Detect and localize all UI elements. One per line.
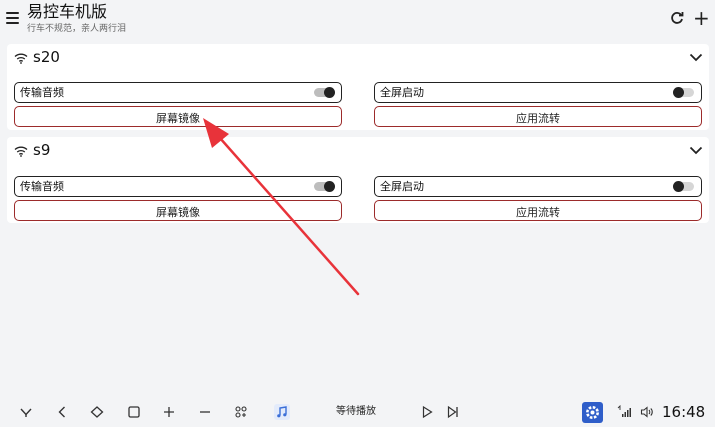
device-card-header[interactable]: s20 [7,44,709,72]
apps-grid-icon[interactable] [234,405,248,419]
system-dock: 等待播放 16:48 [0,398,715,427]
device-name: s9 [33,141,51,159]
wifi-icon [14,146,28,157]
media-status-text: 等待播放 [336,406,376,417]
app-stream-button[interactable]: 应用流转 [374,106,702,127]
music-note-icon[interactable] [274,404,290,420]
fullscreen-toggle-label: 全屏启动 [380,180,424,193]
skip-next-icon[interactable] [446,405,460,419]
device-card: s20 传输音频 全屏启动 屏幕镜像 应用流转 [7,44,709,130]
app-stream-button[interactable]: 应用流转 [374,200,702,221]
app-stream-label: 应用流转 [516,112,560,125]
app-stream-label: 应用流转 [516,206,560,219]
refresh-icon[interactable] [669,10,685,26]
screen-mirror-label: 屏幕镜像 [156,206,200,219]
fullscreen-toggle-row[interactable]: 全屏启动 [374,82,702,103]
fullscreen-toggle-switch[interactable] [673,181,694,192]
screen-mirror-button[interactable]: 屏幕镜像 [14,106,342,127]
menu-icon[interactable] [6,12,19,24]
fullscreen-toggle-switch[interactable] [673,87,694,98]
back-icon[interactable] [55,405,69,419]
play-icon[interactable] [420,405,434,419]
recent-apps-icon[interactable] [127,405,141,419]
home-icon[interactable] [90,405,104,419]
signal-icon [617,405,631,417]
gear-icon[interactable] [582,402,603,423]
speaker-icon[interactable] [640,405,654,419]
app-title: 易控车机版 [27,2,108,21]
device-name: s20 [33,48,60,66]
fullscreen-toggle-row[interactable]: 全屏启动 [374,176,702,197]
audio-toggle-row[interactable]: 传输音频 [14,82,342,103]
device-card-header[interactable]: s9 [7,137,709,165]
add-device-icon[interactable]: + [693,8,710,28]
chevron-down-icon[interactable] [19,405,33,419]
volume-up-icon[interactable] [162,405,176,419]
volume-down-icon[interactable] [198,405,212,419]
fullscreen-toggle-label: 全屏启动 [380,86,424,99]
audio-toggle-row[interactable]: 传输音频 [14,176,342,197]
chevron-down-icon[interactable] [689,52,703,62]
app-header: 易控车机版 行车不规范，亲人两行泪 + [0,0,715,40]
wifi-icon [14,53,28,64]
audio-toggle-label: 传输音频 [20,180,64,193]
device-card: s9 传输音频 全屏启动 屏幕镜像 应用流转 [7,137,709,223]
app-subtitle: 行车不规范，亲人两行泪 [27,24,127,34]
audio-toggle-switch[interactable] [314,181,335,192]
screen-mirror-label: 屏幕镜像 [156,112,200,125]
screen-mirror-button[interactable]: 屏幕镜像 [14,200,342,221]
audio-toggle-switch[interactable] [314,87,335,98]
chevron-down-icon[interactable] [689,145,703,155]
audio-toggle-label: 传输音频 [20,86,64,99]
clock-time: 16:48 [662,403,706,421]
